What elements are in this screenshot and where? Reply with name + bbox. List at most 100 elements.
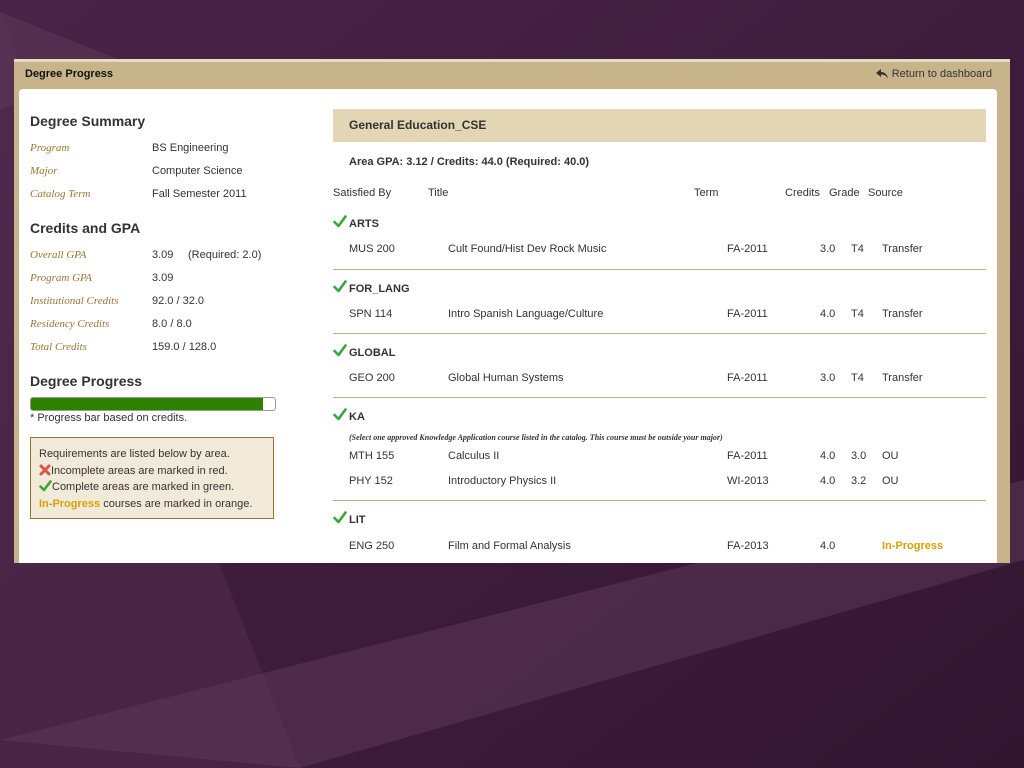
- column-header-satisfied-by: Satisfied By: [333, 187, 392, 199]
- gpa-label: Program GPA: [30, 272, 93, 284]
- degree-progress-heading: Degree Progress: [30, 373, 143, 389]
- course-code: PHY 152: [349, 475, 393, 487]
- course-term: FA-2011: [727, 450, 768, 462]
- legend-in-progress-word: In-Progress: [39, 497, 101, 510]
- summary-value: Computer Science: [152, 165, 243, 177]
- course-row: ENG 250 Film and Formal Analysis FA-2013…: [333, 540, 986, 554]
- red-x-icon: [39, 464, 51, 475]
- gpa-value: 92.0 / 32.0: [152, 295, 204, 307]
- legend-complete-text: Complete areas are marked in green.: [52, 481, 235, 493]
- course-title: Intro Spanish Language/Culture: [448, 308, 604, 320]
- legend-line-requirements: Requirements are listed below by area.: [39, 448, 230, 460]
- group-divider: [333, 333, 986, 334]
- column-header-grade: Grade: [829, 187, 860, 199]
- group-name: FOR_LANG: [349, 283, 410, 295]
- summary-label: Program: [30, 142, 70, 154]
- gpa-value: 3.09: [152, 249, 174, 261]
- group-name: LIT: [349, 514, 366, 526]
- status-legend: Requirements are listed below by area. I…: [30, 437, 274, 519]
- degree-summary-heading: Degree Summary: [30, 113, 146, 129]
- course-grade: 3.0: [851, 450, 867, 462]
- course-credits: 4.0: [820, 450, 836, 462]
- course-grade: 3.2: [851, 475, 867, 487]
- summary-row-major: Major Computer Science: [30, 165, 280, 179]
- green-check-icon: [333, 215, 347, 228]
- credits-gpa-heading: Credits and GPA: [30, 220, 141, 236]
- gpa-value: 8.0 / 8.0: [152, 318, 192, 330]
- course-row: PHY 152 Introductory Physics II WI-2013 …: [333, 475, 986, 489]
- progress-note: * Progress bar based on credits.: [30, 412, 188, 424]
- course-term: FA-2011: [727, 372, 768, 384]
- course-grade: T4: [851, 243, 864, 255]
- course-term: FA-2011: [727, 243, 768, 255]
- course-code: MTH 155: [349, 450, 395, 462]
- course-credits: 4.0: [820, 540, 836, 552]
- column-header-title: Title: [428, 187, 449, 199]
- area-gpa-line: Area GPA: 3.12 / Credits: 44.0 (Required…: [349, 156, 590, 168]
- course-grade: T4: [851, 308, 864, 320]
- group-ka-note: (Select one approved Knowledge Applicati…: [349, 433, 723, 442]
- course-code: MUS 200: [349, 243, 395, 255]
- summary-value: Fall Semester 2011: [152, 188, 247, 200]
- degree-progress-window: Degree Progress Return to dashboard Degr…: [14, 59, 1010, 563]
- gpa-row-overall: Overall GPA 3.09 (Required: 2.0): [30, 249, 280, 263]
- course-code: ENG 250: [349, 540, 395, 552]
- course-source: OU: [882, 475, 899, 487]
- gpa-row-total-credits: Total Credits 159.0 / 128.0: [30, 341, 280, 355]
- course-title: Introductory Physics II: [448, 475, 557, 487]
- group-for-lang: FOR_LANG: [333, 280, 410, 296]
- course-term: FA-2011: [727, 308, 768, 320]
- summary-row-catalog-term: Catalog Term Fall Semester 2011: [30, 188, 280, 202]
- group-divider: [333, 397, 986, 398]
- gpa-required: (Required: 2.0): [188, 249, 262, 261]
- degree-progress-fill: [31, 398, 263, 410]
- course-row: MUS 200 Cult Found/Hist Dev Rock Music F…: [333, 243, 986, 257]
- group-lit: LIT: [333, 511, 366, 527]
- course-code: SPN 114: [349, 308, 393, 320]
- course-source: Transfer: [882, 243, 923, 255]
- legend-in-progress-text: courses are marked in orange.: [100, 497, 253, 510]
- window-titlebar: Degree Progress Return to dashboard: [14, 62, 1010, 86]
- return-to-dashboard-link[interactable]: Return to dashboard: [875, 68, 992, 80]
- course-credits: 3.0: [820, 243, 836, 255]
- course-credits: 4.0: [820, 308, 836, 320]
- gpa-value: 3.09: [152, 272, 174, 284]
- course-title: Cult Found/Hist Dev Rock Music: [448, 243, 607, 255]
- degree-progress-bar: [30, 397, 276, 411]
- course-source: OU: [882, 450, 899, 462]
- summary-row-program: Program BS Engineering: [30, 142, 280, 156]
- course-title: Film and Formal Analysis: [448, 540, 571, 552]
- course-row: GEO 200 Global Human Systems FA-2011 3.0…: [333, 372, 986, 386]
- course-source-in-progress: In-Progress: [882, 540, 944, 552]
- gpa-value: 159.0 / 128.0: [152, 341, 217, 353]
- column-header-source: Source: [868, 187, 903, 199]
- back-arrow-icon: [875, 69, 888, 79]
- column-header-credits: Credits: [785, 187, 820, 199]
- gpa-label: Overall GPA: [30, 249, 87, 261]
- gpa-label: Residency Credits: [30, 318, 110, 330]
- group-name: GLOBAL: [349, 347, 396, 359]
- legend-line-in-progress: In-Progress courses are marked in orange…: [39, 496, 265, 513]
- legend-line-complete: Complete areas are marked in green.: [39, 479, 265, 496]
- group-name: KA: [349, 411, 365, 423]
- course-code: GEO 200: [349, 372, 395, 384]
- summary-label: Catalog Term: [30, 188, 91, 200]
- course-credits: 4.0: [820, 475, 836, 487]
- course-source: Transfer: [882, 372, 923, 384]
- summary-value: BS Engineering: [152, 142, 229, 154]
- course-row: MTH 155 Calculus II FA-2011 4.0 3.0 OU: [333, 450, 986, 464]
- content-panel: Degree Summary Program BS Engineering Ma…: [19, 89, 997, 563]
- gpa-row-institutional-credits: Institutional Credits 92.0 / 32.0: [30, 295, 280, 309]
- gpa-label: Total Credits: [30, 341, 87, 353]
- summary-label: Major: [30, 165, 58, 177]
- column-header-term: Term: [694, 187, 719, 199]
- gpa-label: Institutional Credits: [30, 295, 119, 307]
- course-source: Transfer: [882, 308, 923, 320]
- group-divider: [333, 269, 986, 270]
- course-title: Calculus II: [448, 450, 500, 462]
- course-grade: T4: [851, 372, 864, 384]
- legend-incomplete-text: Incomplete areas are marked in red.: [51, 464, 228, 477]
- group-arts: ARTS: [333, 215, 379, 231]
- return-to-dashboard-label: Return to dashboard: [891, 68, 992, 80]
- window-title: Degree Progress: [25, 68, 114, 80]
